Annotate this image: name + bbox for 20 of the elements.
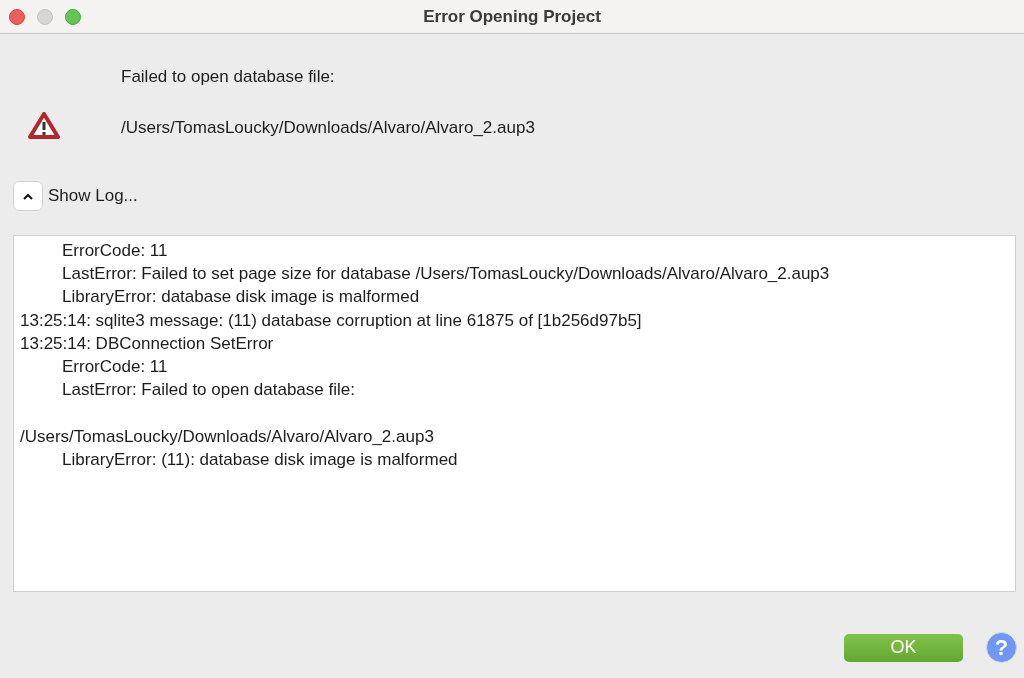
log-line: 13:25:14: sqlite3 message: (11) database corruption at line 61875 of [1b256d97b5] — [20, 309, 642, 332]
warning-icon — [28, 112, 60, 140]
window-title: Error Opening Project — [423, 6, 601, 27]
caret-icon — [23, 192, 33, 200]
log-line: LastError: Failed to set page size for database /Users/TomasLoucky/Downloads/Alvaro/Alvaro_2.aup3 — [62, 263, 830, 286]
log-line: 13:25:14: DBConnection SetError — [20, 332, 274, 355]
message-text: /Users/TomasLoucky/Downloads/Alvaro/Alvaro_2.aup3 — [121, 118, 535, 138]
log-line: ErrorCode: 11 — [62, 356, 168, 378]
log-line: LastError: Failed to open database file: — [62, 379, 355, 402]
log-line: LibraryError: (11): database disk image is malformed — [62, 448, 458, 471]
log-line: LibraryError: database disk image is malformed — [62, 286, 420, 309]
message-text: Failed to open database file: — [121, 67, 336, 87]
close-button[interactable] — [9, 8, 25, 25]
ok-button[interactable]: OK — [844, 633, 963, 662]
help-button[interactable]: ? — [986, 632, 1017, 663]
zoom-button[interactable] — [65, 8, 81, 25]
log-line: /Users/TomasLoucky/Downloads/Alvaro/Alvaro_2.aup3 — [20, 425, 434, 448]
show-log-label[interactable]: Show Log... — [48, 186, 138, 206]
log-line: ErrorCode: 11 — [62, 240, 168, 262]
disclosure-button[interactable] — [13, 181, 43, 211]
